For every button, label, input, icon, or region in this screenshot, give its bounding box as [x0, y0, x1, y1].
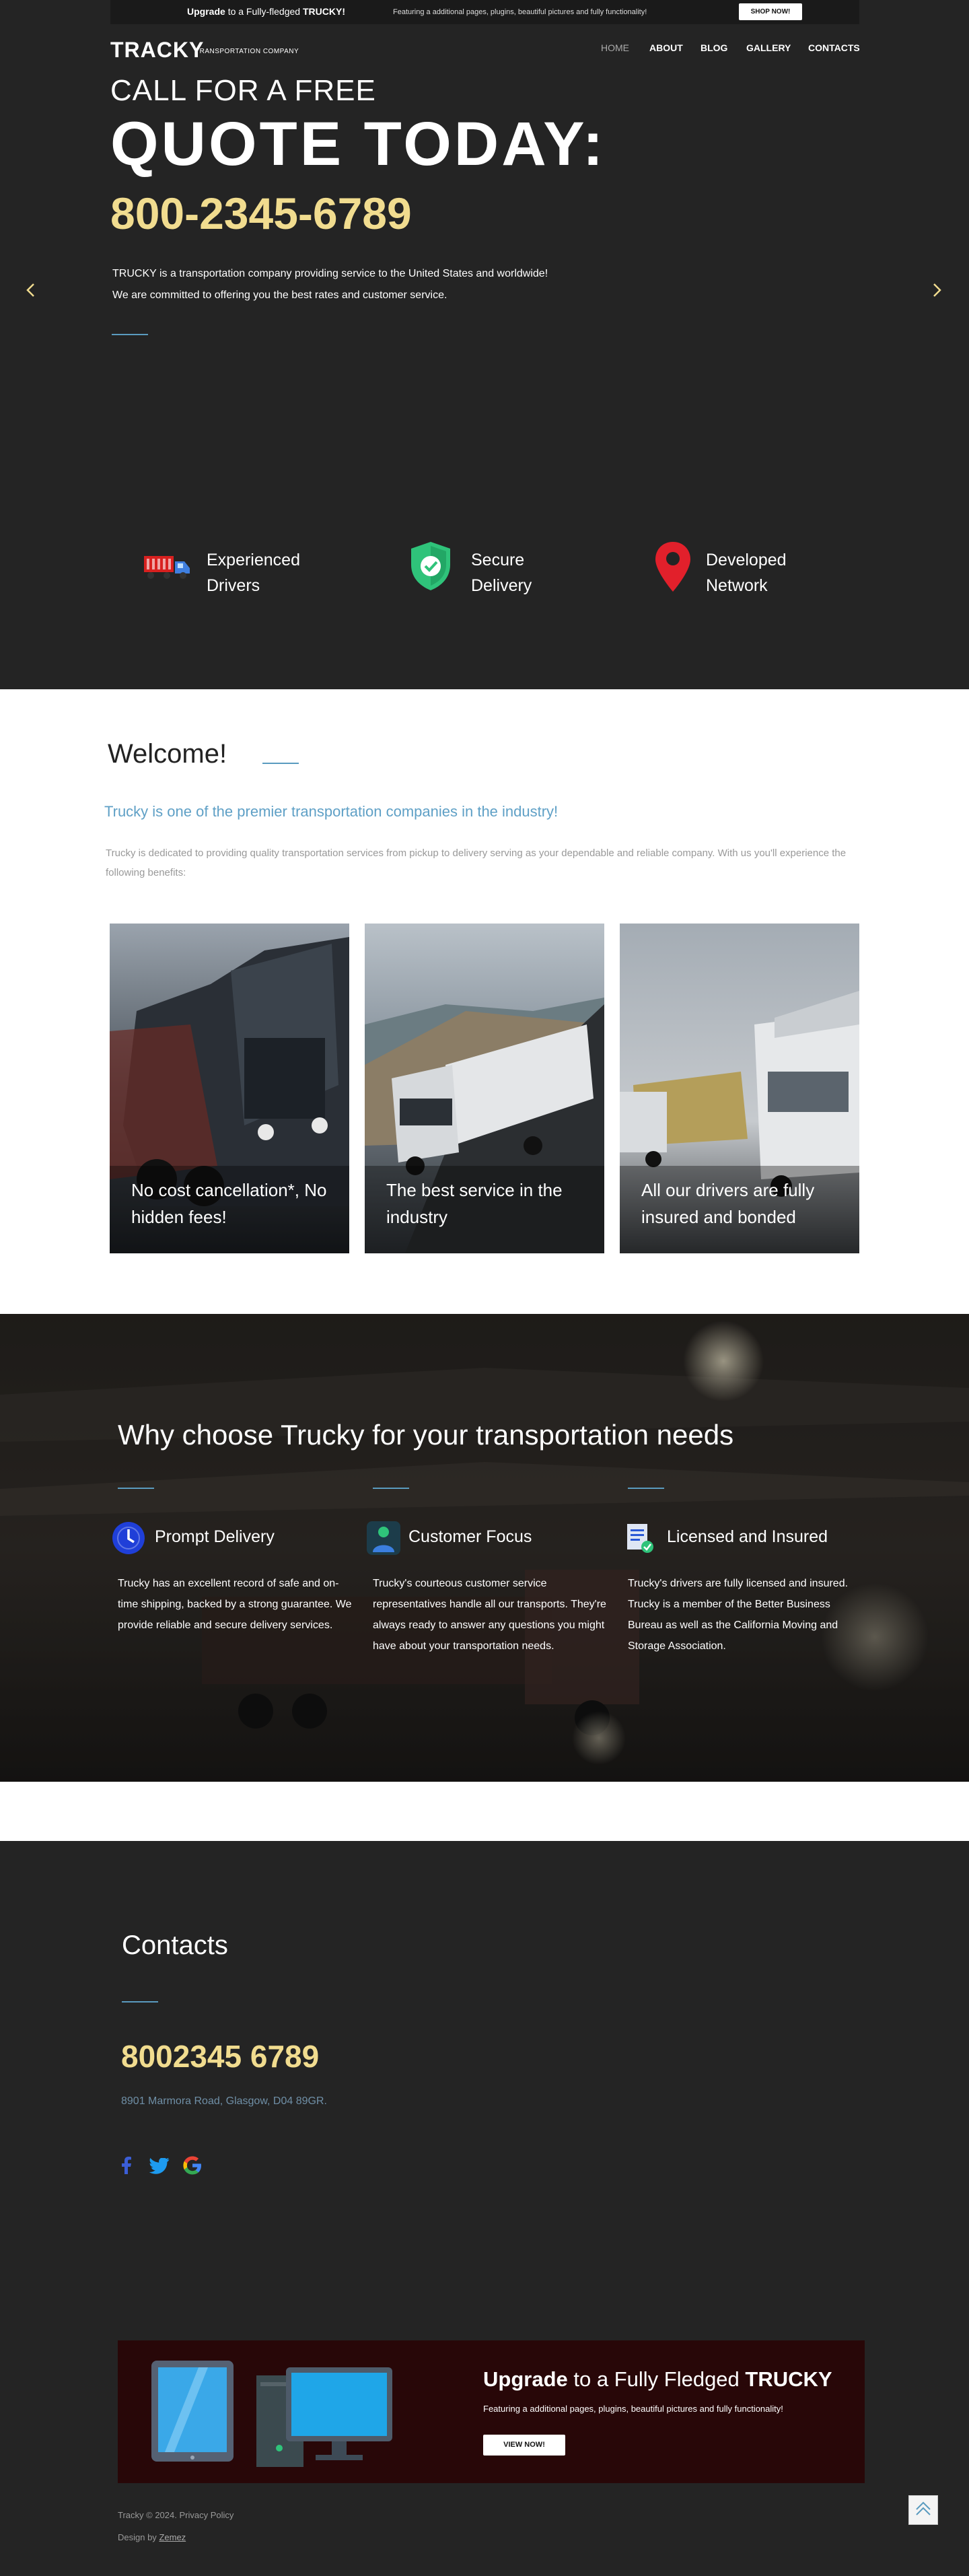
why-title: Why choose Trucky for your transportatio…	[118, 1419, 734, 1451]
banner-features: Featuring a additional pages, plugins, b…	[393, 8, 647, 16]
upgrade-promo-banner[interactable]: Upgrade to a Fully Fledged TRUCKY Featur…	[118, 2340, 865, 2483]
why-divider-1	[118, 1488, 154, 1489]
shop-now-button[interactable]: SHOP NOW!	[739, 3, 802, 20]
logo-tagline: TRANSPORTATION COMPANY	[195, 48, 299, 55]
shield-check-icon	[408, 541, 453, 595]
welcome-subtitle: Trucky is one of the premier transportat…	[104, 803, 559, 820]
devices-illustration	[151, 2361, 392, 2467]
map-pin-icon	[654, 541, 692, 596]
feature-developed-network: Developed Network	[706, 551, 787, 595]
why-divider-2	[373, 1488, 409, 1489]
contacts-address: 8901 Marmora Road, Glasgow, D04 89GR.	[121, 2095, 327, 2107]
document-icon	[624, 1521, 654, 1558]
welcome-title: Welcome!	[108, 739, 227, 769]
nav-home[interactable]: HOME	[601, 42, 629, 53]
truck-icon	[143, 553, 195, 584]
welcome-text: Trucky is dedicated to providing quality…	[106, 847, 847, 878]
contacts-phone[interactable]: 8002345 6789	[121, 2038, 319, 2075]
benefit-card-1[interactable]: No cost cancellation*, No hidden fees!	[110, 924, 349, 1253]
arrow-up-icon	[916, 2501, 931, 2515]
hero-text-1: TRUCKY is a transportation company provi…	[112, 268, 548, 279]
promo-subtext: Featuring a additional pages, plugins, b…	[483, 2404, 783, 2414]
why-section	[0, 1314, 969, 1782]
site-logo[interactable]: TRACKY	[110, 38, 204, 63]
prompt-delivery-text: Trucky has an excellent record of safe a…	[118, 1578, 352, 1631]
hero-phone[interactable]: 800-2345-6789	[110, 188, 412, 239]
why-divider-3	[628, 1488, 664, 1489]
clock-icon	[112, 1521, 145, 1558]
footer-copyright: Tracky © 2024. Privacy Policy	[118, 2510, 234, 2520]
designer-link[interactable]: Zemez	[159, 2532, 186, 2542]
hero-call-line: CALL FOR A FREE	[110, 74, 376, 107]
promo-heading: Upgrade to a Fully Fledged TRUCKY	[483, 2367, 832, 2391]
welcome-divider	[262, 763, 299, 764]
warehouse-background	[0, 1314, 969, 1782]
person-icon	[367, 1521, 400, 1558]
card-caption-3: All our drivers are fully insured and bo…	[641, 1180, 815, 1227]
slider-prev-arrow-icon[interactable]	[24, 283, 38, 298]
nav-blog[interactable]: BLOG	[701, 42, 727, 53]
customer-focus-text: Trucky's courteous customer service repr…	[373, 1578, 606, 1652]
hero-quote-heading: QUOTE TODAY:	[110, 110, 606, 178]
banner-headline: Upgrade to a Fully-fledged TRUCKY!	[187, 6, 345, 17]
nav-about[interactable]: ABOUT	[649, 42, 683, 53]
google-icon[interactable]	[183, 2156, 202, 2178]
benefit-card-3[interactable]: All our drivers are fully insured and bo…	[620, 924, 859, 1253]
prompt-delivery-title: Prompt Delivery	[155, 1527, 275, 1546]
hero-text-2: We are committed to offering you the bes…	[112, 289, 447, 301]
nav-contacts[interactable]: CONTACTS	[808, 42, 860, 53]
customer-focus-title: Customer Focus	[408, 1527, 532, 1546]
hero-divider	[112, 334, 148, 335]
twitter-icon[interactable]	[149, 2157, 170, 2178]
contacts-divider	[122, 2001, 158, 2003]
card-caption-2: The best service in the industry	[386, 1180, 563, 1227]
footer-credit: Design by Zemez	[118, 2532, 186, 2542]
contacts-title: Contacts	[122, 1930, 228, 1960]
upgrade-banner[interactable]: Upgrade to a Fully-fledged TRUCKY! Featu…	[110, 0, 859, 24]
feature-secure-delivery: Secure Delivery	[471, 551, 532, 595]
licensed-insured-title: Licensed and Insured	[667, 1527, 828, 1546]
view-now-button[interactable]: VIEW NOW!	[483, 2435, 565, 2456]
card-caption-1: No cost cancellation*, No hidden fees!	[131, 1180, 327, 1227]
privacy-policy-link[interactable]: Privacy Policy	[179, 2510, 234, 2520]
benefit-card-2[interactable]: The best service in the industry	[365, 924, 604, 1253]
licensed-insured-text: Trucky's drivers are fully licensed and …	[628, 1578, 849, 1652]
scroll-to-top-button[interactable]	[908, 2495, 938, 2525]
nav-gallery[interactable]: GALLERY	[746, 42, 791, 53]
facebook-icon[interactable]	[121, 2157, 132, 2178]
slider-next-arrow-icon[interactable]	[929, 283, 944, 298]
feature-experienced-drivers: Experienced Drivers	[207, 551, 300, 595]
